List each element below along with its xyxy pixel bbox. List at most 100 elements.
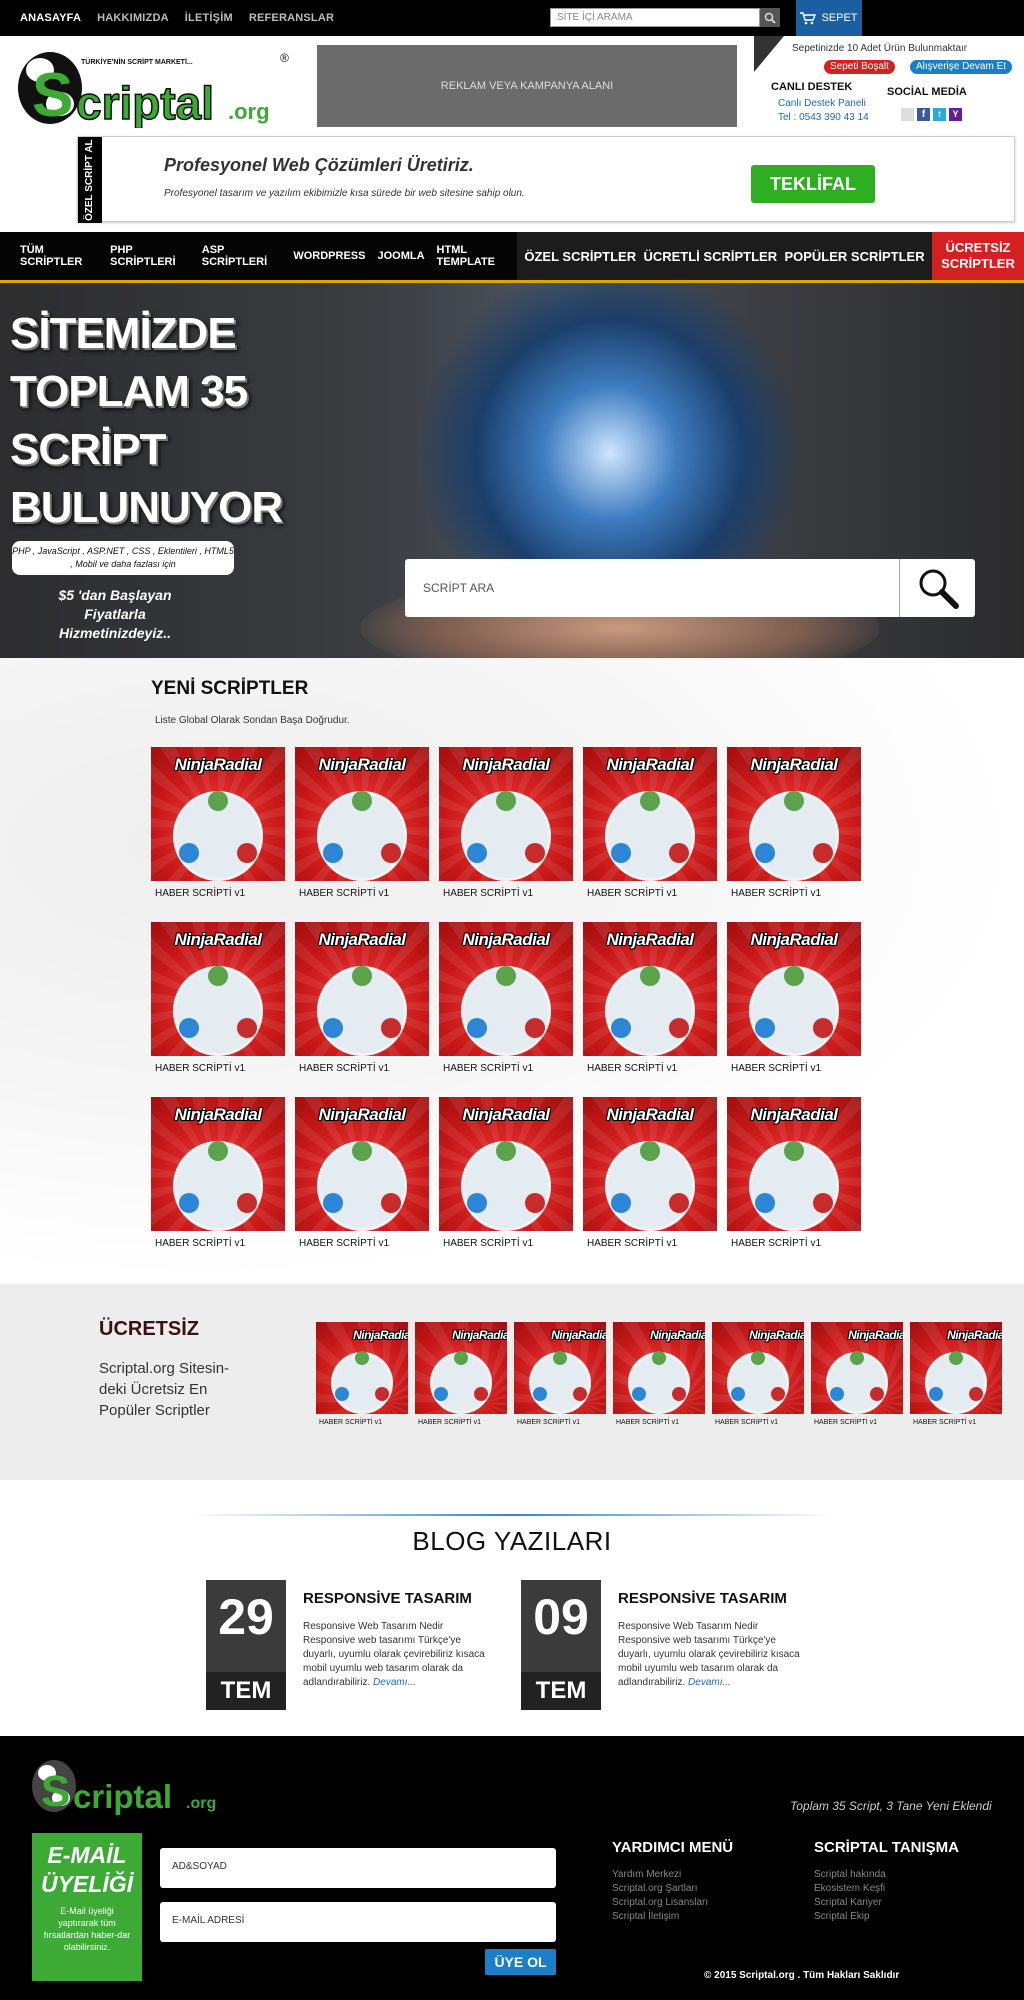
script-thumbnail[interactable]: NinjaRadial [295,747,429,881]
help-link[interactable]: Scriptal.org Lisansları [612,1896,733,1910]
script-name[interactable]: HABER SCRİPTİ v1 [727,1238,861,1249]
about-link[interactable]: Scriptal hakında [814,1868,959,1882]
script-thumbnail[interactable]: NinjaRadial [583,922,717,1056]
script-thumbnail[interactable]: NinjaRadial [439,747,573,881]
script-name[interactable]: HABER SCRİPTİ v1 [439,1063,573,1074]
script-name[interactable]: HABER SCRİPTİ v1 [910,1419,1002,1426]
footer-logo[interactable]: S criptal .org [30,1756,240,1816]
script-card[interactable]: NinjaRadial HABER SCRİPTİ v1 [151,922,285,1074]
script-thumbnail[interactable]: NinjaRadial [295,1097,429,1231]
script-name[interactable]: HABER SCRİPTİ v1 [295,1238,429,1249]
script-thumbnail[interactable]: NinjaRadial [613,1322,705,1414]
script-name[interactable]: HABER SCRİPTİ v1 [295,888,429,899]
script-card[interactable]: NinjaRadial HABER SCRİPTİ v1 [295,922,429,1074]
script-thumbnail[interactable]: NinjaRadial [439,922,573,1056]
script-thumbnail[interactable]: NinjaRadial [514,1322,606,1414]
about-link[interactable]: Ekosistem Keşfi [814,1882,959,1896]
free-script-card[interactable]: NinjaRadial HABER SCRİPTİ v1 [316,1322,408,1426]
script-name[interactable]: HABER SCRİPTİ v1 [727,888,861,899]
script-thumbnail[interactable]: NinjaRadial [439,1097,573,1231]
script-name[interactable]: HABER SCRİPTİ v1 [811,1419,903,1426]
script-name[interactable]: HABER SCRİPTİ v1 [439,888,573,899]
script-thumbnail[interactable]: NinjaRadial [316,1322,408,1414]
script-card[interactable]: NinjaRadial HABER SCRİPTİ v1 [151,1097,285,1249]
script-name[interactable]: HABER SCRİPTİ v1 [295,1063,429,1074]
nav-popular-scripts[interactable]: POPÜLER SCRİPTLER [784,249,924,264]
join-button[interactable]: ÜYE OL [485,1949,556,1975]
site-search-input[interactable]: SİTE İÇİ ARAMA [550,8,760,27]
mail-icon[interactable] [901,108,914,121]
nav-free-scripts[interactable]: ÜCRETSİZ SCRİPTLER [932,232,1024,280]
free-script-card[interactable]: NinjaRadial HABER SCRİPTİ v1 [613,1322,705,1426]
script-name[interactable]: HABER SCRİPTİ v1 [712,1419,804,1426]
free-script-card[interactable]: NinjaRadial HABER SCRİPTİ v1 [415,1322,507,1426]
free-script-card[interactable]: NinjaRadial HABER SCRİPTİ v1 [811,1322,903,1426]
nav-references-link[interactable]: REFERANSLAR [249,12,334,24]
script-thumbnail[interactable]: NinjaRadial [727,1097,861,1231]
script-name[interactable]: HABER SCRİPTİ v1 [415,1419,507,1426]
empty-cart-button[interactable]: Sepeti Boşalt [824,60,895,74]
script-card[interactable]: NinjaRadial HABER SCRİPTİ v1 [295,747,429,899]
site-search-button[interactable] [760,8,780,27]
nav-asp-scripts[interactable]: ASP SCRİPTLERİ [202,244,282,268]
blog-post[interactable]: 09 TEM RESPONSİVE TASARIM Responsive Web… [521,1580,821,1710]
nav-all-scripts[interactable]: TÜM SCRİPTLER [20,244,98,268]
help-link[interactable]: Scriptal İletişim [612,1910,733,1924]
script-thumbnail[interactable]: NinjaRadial [910,1322,1002,1414]
script-card[interactable]: NinjaRadial HABER SCRİPTİ v1 [583,1097,717,1249]
cart-button[interactable]: SEPET [796,0,862,36]
post-title[interactable]: RESPONSİVE TASARIM [618,1590,787,1607]
nav-about-link[interactable]: HAKKIMIZDA [97,12,169,24]
script-name[interactable]: HABER SCRİPTİ v1 [727,1063,861,1074]
script-card[interactable]: NinjaRadial HABER SCRİPTİ v1 [583,747,717,899]
script-thumbnail[interactable]: NinjaRadial [727,747,861,881]
script-thumbnail[interactable]: NinjaRadial [583,1097,717,1231]
twitter-icon[interactable]: t [933,108,946,121]
script-search-input[interactable]: SCRİPT ARA [423,581,494,595]
blog-post[interactable]: 29 TEM RESPONSİVE TASARIM Responsive Web… [206,1580,506,1710]
special-script-tab[interactable]: ÖZEL SCRİPT AL [78,137,102,223]
script-card[interactable]: NinjaRadial HABER SCRİPTİ v1 [727,1097,861,1249]
email-field[interactable]: E-MAİL ADRESİ [160,1902,556,1942]
post-title[interactable]: RESPONSİVE TASARIM [303,1590,472,1607]
free-script-card[interactable]: NinjaRadial HABER SCRİPTİ v1 [514,1322,606,1426]
nav-wordpress[interactable]: WORDPRESS [293,250,365,262]
script-name[interactable]: HABER SCRİPTİ v1 [514,1419,606,1426]
script-thumbnail[interactable]: NinjaRadial [712,1322,804,1414]
script-card[interactable]: NinjaRadial HABER SCRİPTİ v1 [727,922,861,1074]
free-script-card[interactable]: NinjaRadial HABER SCRİPTİ v1 [712,1322,804,1426]
script-thumbnail[interactable]: NinjaRadial [415,1322,507,1414]
script-thumbnail[interactable]: NinjaRadial [811,1322,903,1414]
script-thumbnail[interactable]: NinjaRadial [727,922,861,1056]
nav-contact-link[interactable]: İLETİŞİM [185,12,233,24]
ad-banner[interactable]: REKLAM VEYA KAMPANYA ALANI [317,45,737,127]
site-logo[interactable]: S criptal .org TÜRKİYE'NİN SCRİPT MARKET… [16,44,296,130]
name-field[interactable]: AD&SOYAD [160,1848,556,1888]
script-name[interactable]: HABER SCRİPTİ v1 [151,1238,285,1249]
nav-paid-scripts[interactable]: ÜCRETLİ SCRİPTLER [643,249,777,264]
read-more-link[interactable]: Devamı... [373,1677,416,1688]
script-name[interactable]: HABER SCRİPTİ v1 [151,1063,285,1074]
script-thumbnail[interactable]: NinjaRadial [583,747,717,881]
read-more-link[interactable]: Devamı... [688,1677,731,1688]
script-name[interactable]: HABER SCRİPTİ v1 [316,1419,408,1426]
script-thumbnail[interactable]: NinjaRadial [151,747,285,881]
yahoo-icon[interactable]: Y [949,108,962,121]
script-card[interactable]: NinjaRadial HABER SCRİPTİ v1 [151,747,285,899]
facebook-icon[interactable]: f [917,108,930,121]
help-link[interactable]: Yardım Merkezi [612,1868,733,1882]
nav-html-template[interactable]: HTML TEMPLATE [437,244,517,268]
script-card[interactable]: NinjaRadial HABER SCRİPTİ v1 [439,1097,573,1249]
nav-home-link[interactable]: ANASAYFA [20,12,81,24]
about-link[interactable]: Scriptal Ekip [814,1910,959,1924]
free-script-card[interactable]: NinjaRadial HABER SCRİPTİ v1 [910,1322,1002,1426]
script-thumbnail[interactable]: NinjaRadial [151,922,285,1056]
about-link[interactable]: Scriptal Kariyer [814,1896,959,1910]
script-thumbnail[interactable]: NinjaRadial [295,922,429,1056]
script-name[interactable]: HABER SCRİPTİ v1 [583,1063,717,1074]
script-search-button[interactable] [899,559,975,617]
script-name[interactable]: HABER SCRİPTİ v1 [439,1238,573,1249]
script-card[interactable]: NinjaRadial HABER SCRİPTİ v1 [439,747,573,899]
script-thumbnail[interactable]: NinjaRadial [151,1097,285,1231]
nav-joomla[interactable]: JOOMLA [377,250,424,262]
